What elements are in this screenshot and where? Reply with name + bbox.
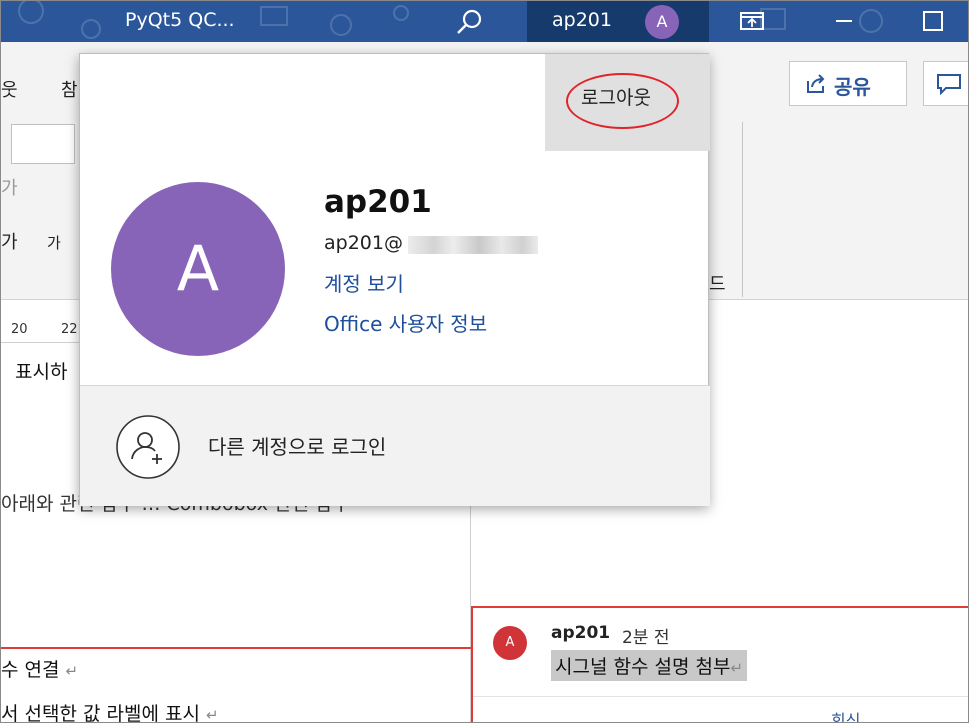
view-account-link[interactable]: 계정 보기 <box>324 268 404 297</box>
title-bar: PyQt5 QC... ap201 A <box>1 1 968 42</box>
comment-body: 시그널 함수 설명 첨부↵ <box>551 650 748 681</box>
comment-card[interactable]: A ap201 2분 전 시그널 함수 설명 첨부↵ 회신 <box>471 606 968 722</box>
document-line: 수 연결 ↵ <box>1 659 79 681</box>
word-window: PyQt5 QC... ap201 A 웃 참 가 가 가 공유 드 20 22… <box>0 0 969 723</box>
avatar: A <box>645 5 679 39</box>
grow-font-button[interactable]: 가 <box>1 228 18 254</box>
office-user-info-link[interactable]: Office 사용자 정보 <box>324 308 487 337</box>
other-account-login-button[interactable]: 다른 계정으로 로그인 <box>80 386 710 506</box>
comment-divider <box>473 696 968 697</box>
paragraph-mark: ↵ <box>730 659 744 677</box>
other-account-login-label: 다른 계정으로 로그인 <box>208 435 387 459</box>
document-line: 서 선택한 값 라벨에 표시 ↵ <box>1 703 219 723</box>
account-popup: 로그아웃 A ap201 ap201@ 계정 보기 Office 사용자 정보 … <box>79 53 710 506</box>
paragraph-mark: ↵ <box>65 662 79 680</box>
signout-button[interactable]: 로그아웃 <box>581 83 651 110</box>
comment-icon <box>937 74 961 95</box>
email-address: ap201@ <box>324 232 403 254</box>
share-icon <box>807 74 825 93</box>
document-title: PyQt5 QC... <box>125 9 235 31</box>
search-icon[interactable] <box>455 8 485 36</box>
add-user-icon <box>116 415 180 479</box>
reply-button[interactable]: 회신 <box>831 707 860 722</box>
font-size-box[interactable] <box>11 124 75 164</box>
minimize-icon[interactable] <box>827 6 861 36</box>
comment-author: ap201 <box>551 623 611 643</box>
paragraph-mark: ↵ <box>206 706 219 723</box>
document-line: 표시하 <box>15 361 68 383</box>
comment-anchor-line <box>1 647 471 649</box>
display-name: ap201 <box>324 184 432 220</box>
ruler-tick: 22 <box>61 322 78 337</box>
ribbon-divider <box>742 122 743 297</box>
comment-time: 2분 전 <box>622 628 670 648</box>
account-name: ap201 <box>552 9 612 31</box>
shrink-font-button[interactable]: 가 <box>47 232 61 253</box>
ribbon-tab-fragment[interactable]: 참 <box>61 76 78 102</box>
ribbon-font-fragment[interactable]: 가 <box>1 174 18 200</box>
share-button[interactable]: 공유 <box>789 61 907 106</box>
email-redaction <box>408 236 538 254</box>
ribbon-display-icon[interactable] <box>735 6 769 36</box>
ruler-tick: 20 <box>11 322 28 337</box>
maximize-icon[interactable] <box>916 6 950 36</box>
ribbon-tab-fragment[interactable]: 웃 <box>1 76 18 102</box>
avatar: A <box>111 182 285 356</box>
ribbon-group-fragment: 드 <box>709 274 726 295</box>
comments-button[interactable] <box>923 61 968 106</box>
avatar: A <box>493 626 527 660</box>
signout-area[interactable]: 로그아웃 <box>545 54 710 151</box>
account-button[interactable]: ap201 A <box>527 1 709 42</box>
share-label: 공유 <box>834 75 871 99</box>
